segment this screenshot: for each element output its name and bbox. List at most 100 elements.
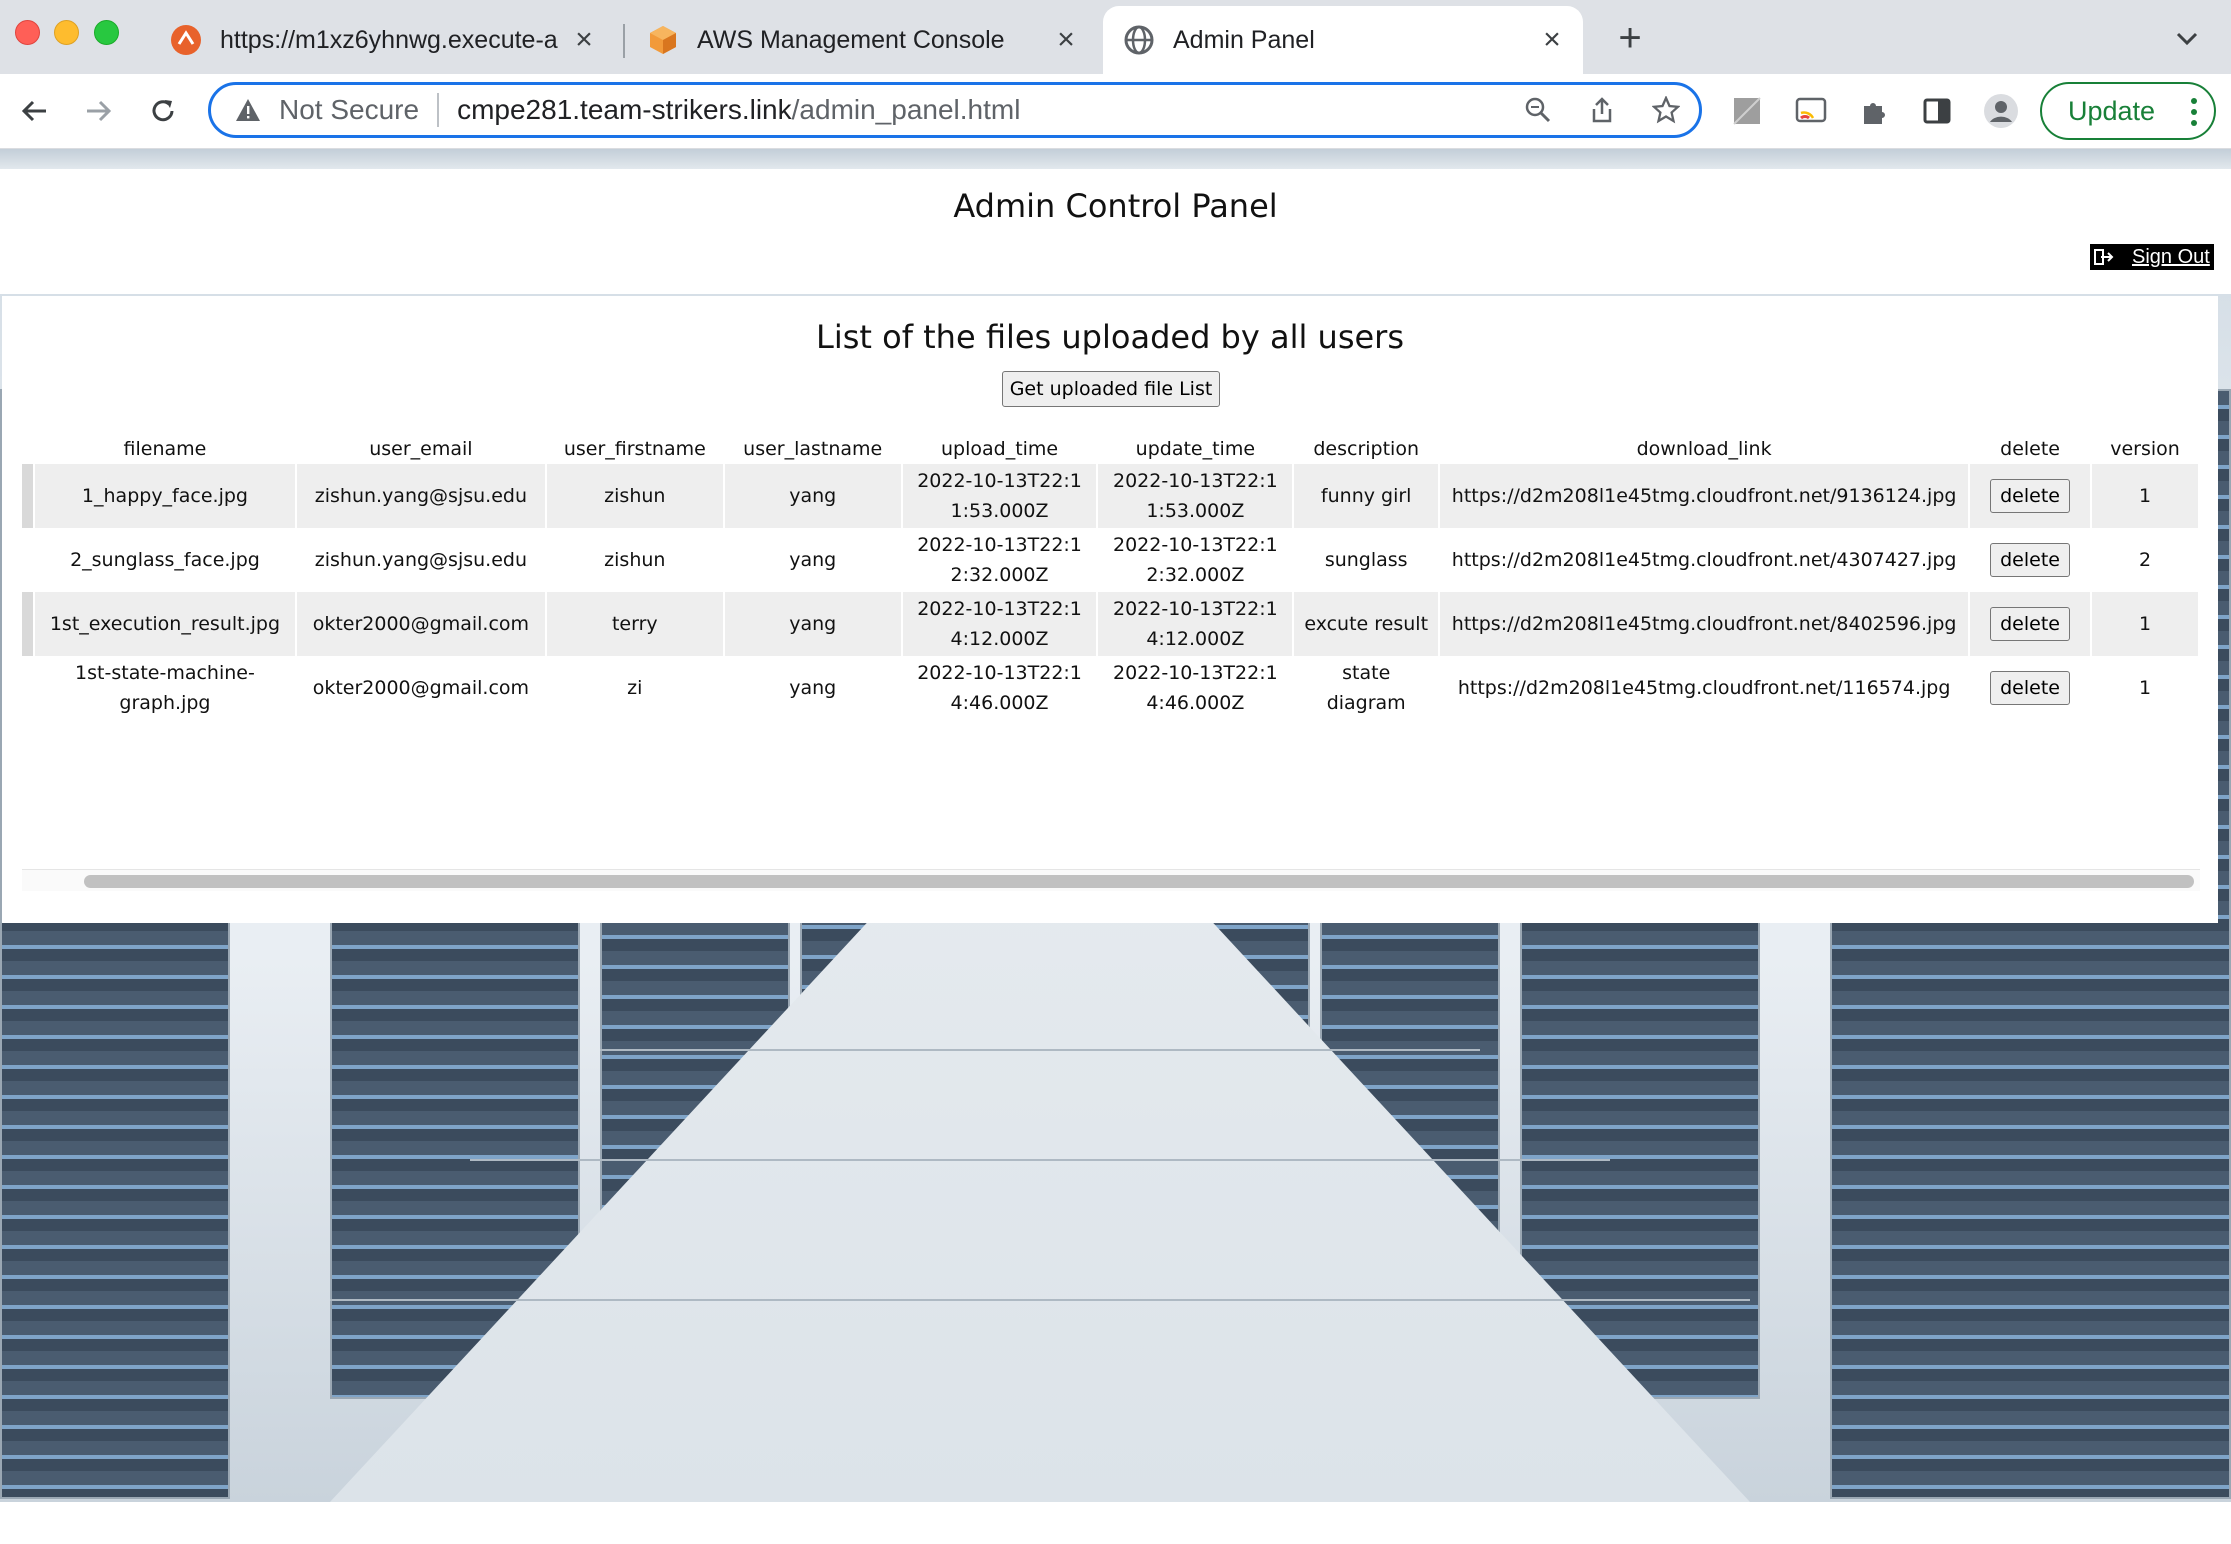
url-host: cmpe281.team-strikers.link [457, 94, 792, 125]
cell-download-link: https://d2m208l1e45tmg.cloudfront.net/91… [1439, 464, 1971, 528]
col-header-user-lastname: user_lastname [743, 438, 883, 460]
window-minimize-button[interactable] [54, 20, 79, 45]
files-table: filename user_email user_firstname user_… [22, 424, 2200, 720]
cell-download-link: https://d2m208l1e45tmg.cloudfront.net/84… [1439, 592, 1971, 656]
extension-cast-icon[interactable] [1792, 92, 1830, 130]
row-edge [22, 656, 35, 720]
tab-strip: https://m1xz6yhnwg.execute-a × AWS Manag… [0, 0, 2231, 74]
cell-update-time: 2022-10-13T22:14:46.000Z [1097, 656, 1295, 720]
tab-separator [623, 24, 625, 58]
page-footer-space [0, 1502, 2231, 1544]
col-header-description: description [1313, 438, 1420, 460]
get-file-list-button[interactable]: Get uploaded file List [1002, 371, 1220, 407]
cell-user-lastname: yang [723, 592, 903, 656]
window-close-button[interactable] [15, 20, 40, 45]
cell-user-email: zishun.yang@sjsu.edu [295, 464, 547, 528]
delete-button[interactable]: delete [1990, 607, 2071, 641]
tab-aws-console[interactable]: AWS Management Console × [627, 6, 1097, 74]
cell-user-email: okter2000@gmail.com [295, 656, 547, 720]
page-title: Admin Control Panel [953, 187, 1278, 225]
cell-download-link: https://d2m208l1e45tmg.cloudfront.net/11… [1439, 656, 1971, 720]
delete-button[interactable]: delete [1990, 479, 2071, 513]
security-label[interactable]: Not Secure [279, 94, 419, 126]
tab-close-icon[interactable]: × [1535, 23, 1569, 57]
cell-version: 1 [2091, 656, 2200, 720]
new-tab-icon[interactable]: + [1610, 16, 1650, 60]
cell-update-time: 2022-10-13T22:12:32.000Z [1097, 528, 1295, 592]
aws-cube-icon [650, 26, 676, 54]
table-row: 2_sunglass_face.jpg zishun.yang@sjsu.edu… [22, 528, 2200, 592]
update-button[interactable]: Update [2040, 82, 2216, 140]
cell-filename: 2_sunglass_face.jpg [33, 528, 297, 592]
warning-triangle-icon [236, 99, 260, 121]
cell-description: excute result [1293, 592, 1441, 656]
files-table-container: filename user_email user_firstname user_… [22, 424, 2200, 720]
profile-avatar-icon[interactable] [1982, 92, 2020, 130]
cell-user-lastname: yang [723, 528, 903, 592]
cell-update-time: 2022-10-13T22:14:12.000Z [1097, 592, 1295, 656]
table-row: 1st-state-machine-graph.jpg okter2000@gm… [22, 656, 2200, 720]
cell-version: 2 [2091, 528, 2200, 592]
cell-user-lastname: yang [723, 656, 903, 720]
col-header-filename: filename [123, 438, 207, 460]
col-header-user-firstname: user_firstname [563, 438, 706, 460]
extension-gray-icon[interactable] [1728, 92, 1766, 130]
col-header-user-email: user_email [369, 438, 473, 460]
tab-search-chevron-icon[interactable] [2170, 22, 2204, 56]
delete-button[interactable]: delete [1990, 543, 2071, 577]
cell-upload-time: 2022-10-13T22:12:32.000Z [901, 528, 1099, 592]
cell-user-firstname: zishun [545, 464, 725, 528]
cell-download-link: https://d2m208l1e45tmg.cloudfront.net/43… [1439, 528, 1971, 592]
back-arrow-icon[interactable] [14, 90, 56, 132]
row-edge [22, 528, 35, 592]
scrollbar-thumb[interactable] [84, 875, 2194, 888]
cell-filename: 1st_execution_result.jpg [33, 592, 297, 656]
tab-close-icon[interactable]: × [567, 23, 601, 57]
more-vert-icon [2191, 98, 2197, 126]
cell-filename: 1st-state-machine-graph.jpg [33, 656, 297, 720]
cell-user-firstname: terry [545, 592, 725, 656]
cell-user-lastname: yang [723, 464, 903, 528]
cell-description: sunglass [1293, 528, 1441, 592]
cell-user-firstname: zi [545, 656, 725, 720]
share-icon[interactable] [1585, 93, 1619, 127]
tab-close-icon[interactable]: × [1049, 23, 1083, 57]
bookmark-star-icon[interactable] [1649, 93, 1683, 127]
cell-delete: delete [1969, 464, 2093, 528]
tab-title: https://m1xz6yhnwg.execute-a [220, 25, 558, 54]
cell-filename: 1_happy_face.jpg [33, 464, 297, 528]
sign-out-icon [2094, 249, 2114, 265]
delete-button[interactable]: delete [1990, 671, 2071, 705]
side-panel-icon[interactable] [1918, 92, 1956, 130]
address-divider [437, 93, 440, 127]
cell-upload-time: 2022-10-13T22:14:12.000Z [901, 592, 1099, 656]
cell-delete: delete [1969, 592, 2093, 656]
window-zoom-button[interactable] [94, 20, 119, 45]
tab-admin-panel[interactable]: Admin Panel × [1103, 6, 1583, 74]
row-edge [22, 592, 35, 656]
forward-arrow-icon[interactable] [77, 90, 119, 132]
cell-upload-time: 2022-10-13T22:14:46.000Z [901, 656, 1099, 720]
table-horizontal-scrollbar[interactable] [22, 869, 2200, 891]
reload-icon[interactable] [142, 90, 184, 132]
table-row: 1_happy_face.jpg zishun.yang@sjsu.edu zi… [22, 464, 2200, 528]
cell-upload-time: 2022-10-13T22:11:53.000Z [901, 464, 1099, 528]
col-header-update-time: update_time [1135, 438, 1256, 460]
page-content: Admin Control Panel Sign Out List of the… [0, 149, 2231, 1544]
address-bar[interactable]: Not Secure cmpe281.team-strikers.link/ad… [208, 82, 1702, 138]
table-row: 1st_execution_result.jpg okter2000@gmail… [22, 592, 2200, 656]
cell-description: state diagram [1293, 656, 1441, 720]
zoom-icon[interactable] [1521, 93, 1555, 127]
row-edge [22, 464, 35, 528]
cell-user-email: okter2000@gmail.com [295, 592, 547, 656]
cell-version: 1 [2091, 464, 2200, 528]
tab-api-gateway[interactable]: https://m1xz6yhnwg.execute-a × [150, 6, 615, 74]
browser-toolbar: Not Secure cmpe281.team-strikers.link/ad… [0, 74, 2231, 149]
cell-delete: delete [1969, 528, 2093, 592]
table-header-row: filename user_email user_firstname user_… [22, 424, 2199, 464]
cell-user-firstname: zishun [545, 528, 725, 592]
sign-out-button[interactable]: Sign Out [2090, 244, 2214, 270]
cell-user-email: zishun.yang@sjsu.edu [295, 528, 547, 592]
extensions-puzzle-icon[interactable] [1856, 92, 1894, 130]
col-header-upload-time: upload_time [940, 438, 1059, 460]
